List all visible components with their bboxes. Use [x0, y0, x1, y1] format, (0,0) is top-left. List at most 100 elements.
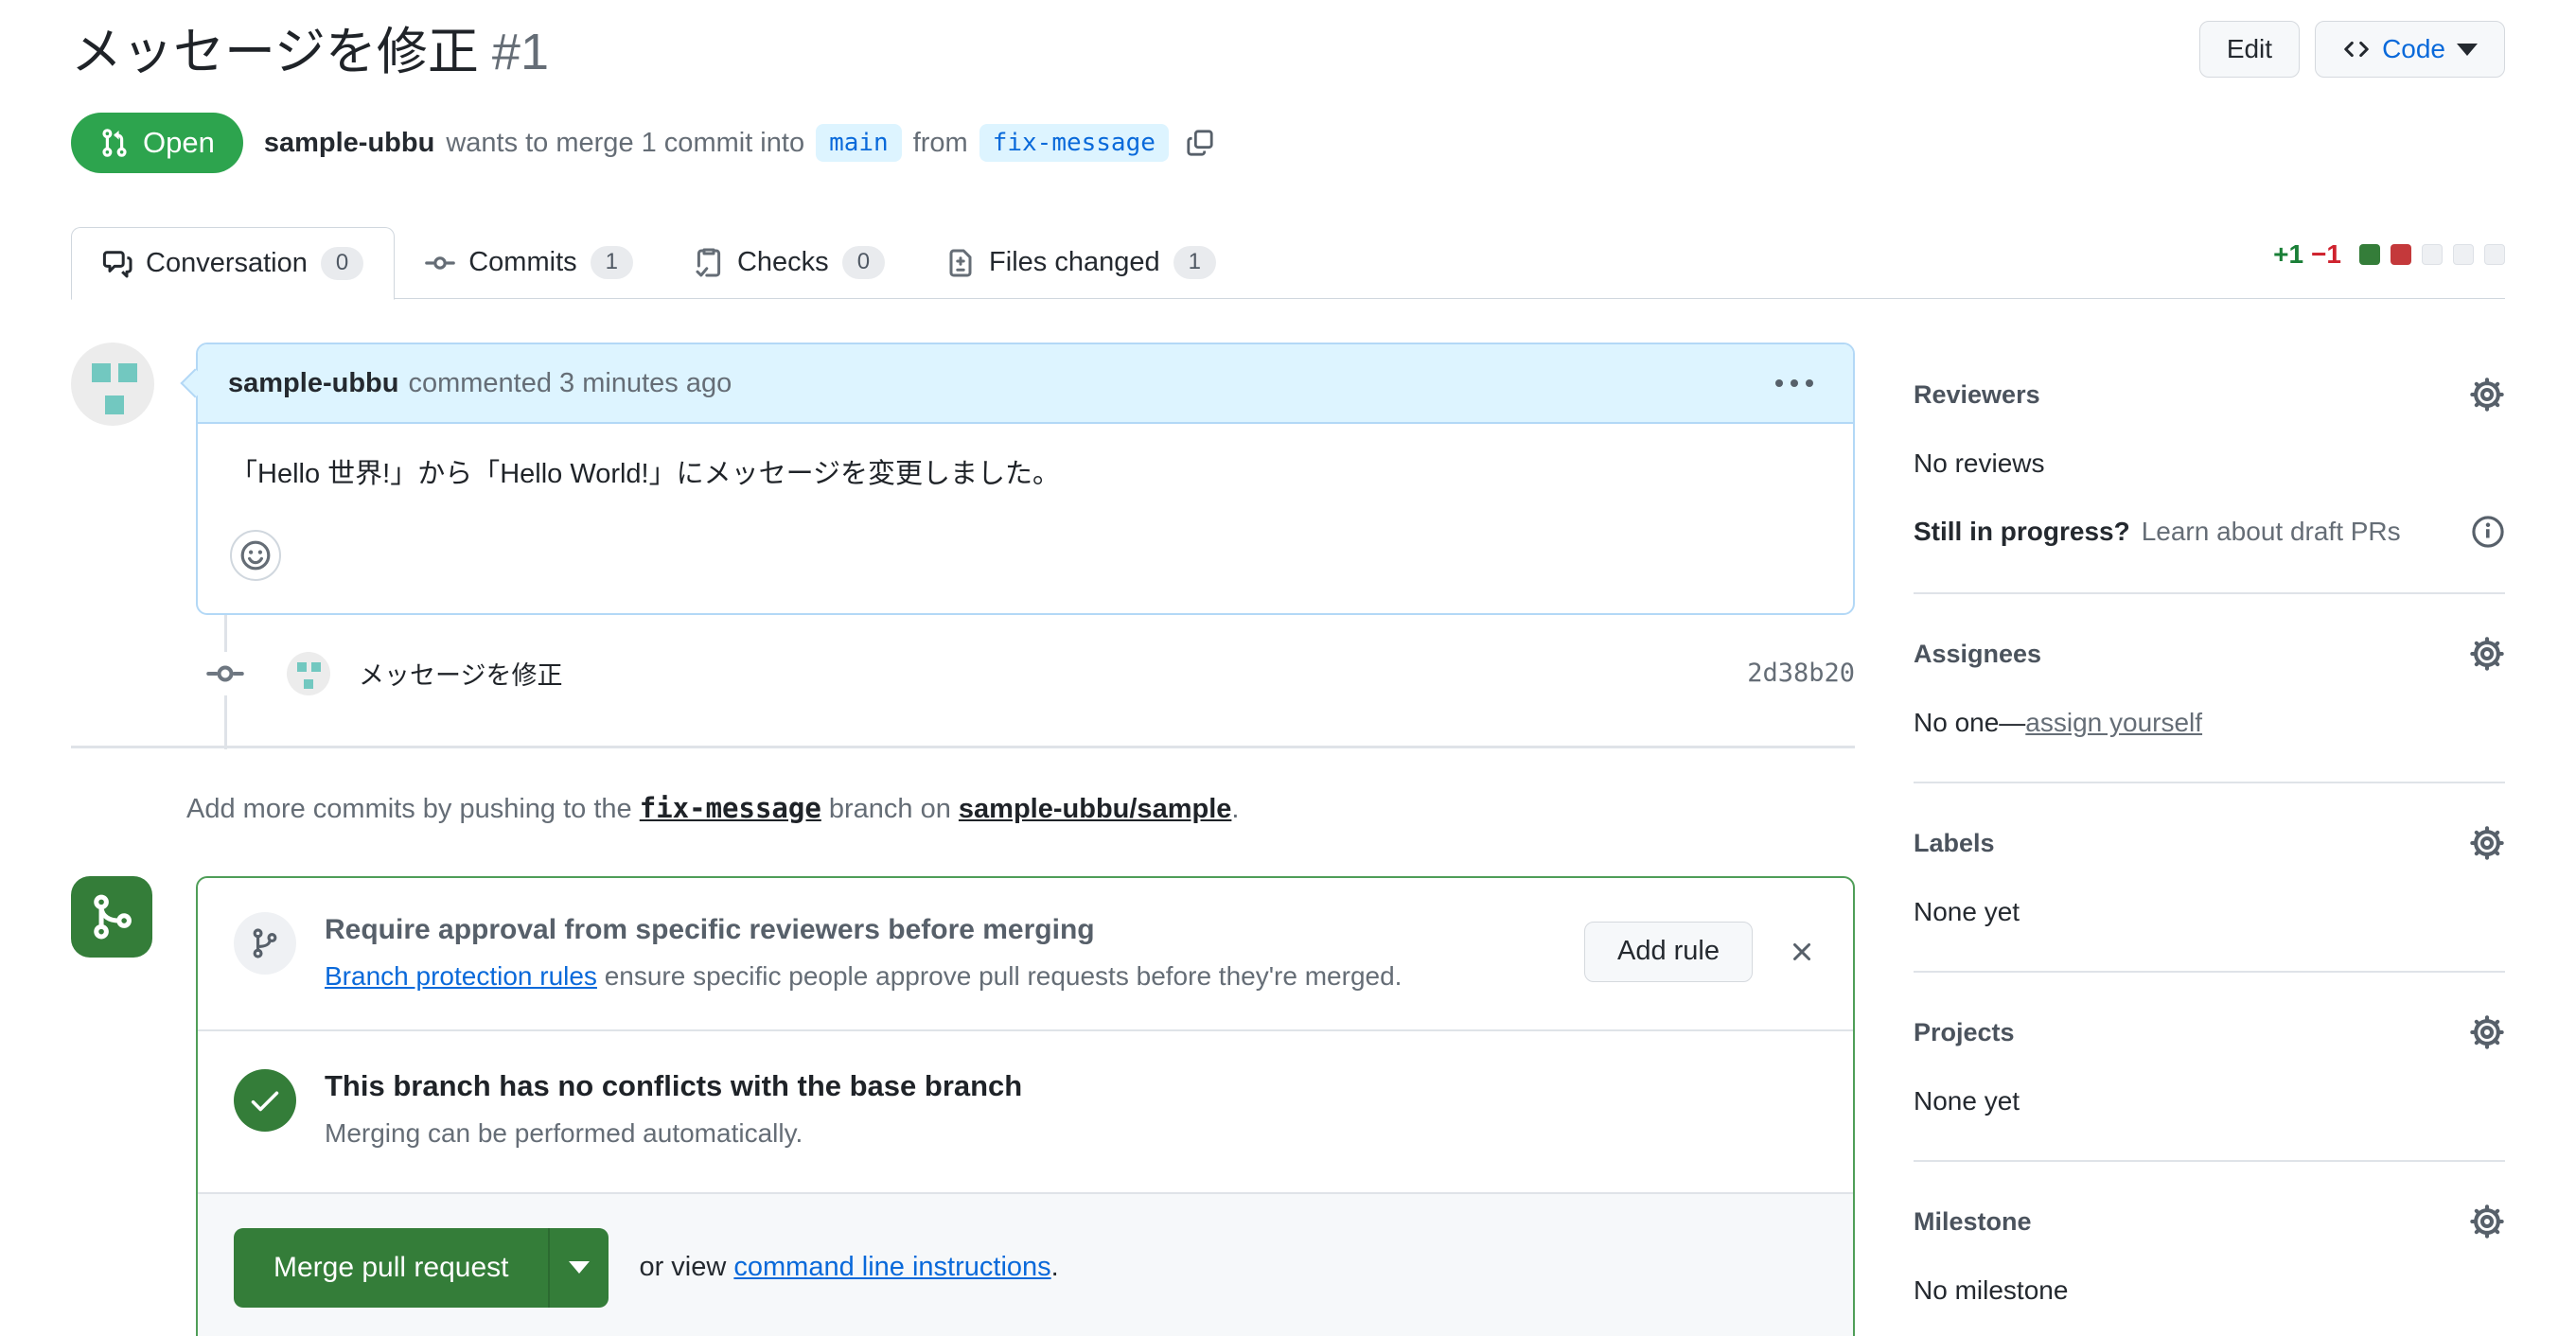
add-commits-hint: Add more commits by pushing to the fix-m… — [186, 792, 1855, 825]
sidebar-section-reviewers: Reviewers No reviews Still in progress? … — [1914, 377, 2505, 594]
tab-label: Checks — [736, 247, 829, 277]
status-badge-label: Open — [143, 126, 215, 159]
edit-button[interactable]: Edit — [2198, 21, 2301, 78]
meta-text-from: from — [912, 127, 968, 158]
period-text: . — [1050, 1252, 1059, 1282]
conversation-icon — [102, 249, 132, 279]
assignees-title[interactable]: Assignees — [1914, 640, 2041, 669]
chevron-down-icon — [569, 1261, 591, 1274]
checklist-icon — [694, 248, 724, 278]
comment-body: 「Hello 世界!」から「Hello World!」にメッセージを変更しました… — [198, 424, 1853, 613]
tab-label: Commits — [468, 247, 577, 277]
tab-counter: 0 — [841, 246, 886, 279]
commit-message-link[interactable]: メッセージを修正 — [359, 655, 562, 692]
projects-title[interactable]: Projects — [1914, 1018, 2015, 1047]
gear-icon[interactable] — [2469, 825, 2505, 861]
add-rule-button[interactable]: Add rule — [1583, 921, 1753, 982]
head-branch-label[interactable]: fix-message — [979, 124, 1169, 162]
close-icon[interactable] — [1787, 937, 1817, 967]
sidebar-section-assignees: Assignees No one— assign yourself — [1914, 636, 2505, 783]
rule-title: Require approval from specific reviewers… — [325, 913, 1095, 945]
diff-block-del — [2391, 244, 2411, 265]
copy-branch-icon[interactable] — [1186, 129, 1214, 157]
add-commits-text: Add more commits by pushing to the — [186, 793, 632, 824]
git-merge-icon — [71, 875, 152, 958]
base-branch-label[interactable]: main — [816, 124, 902, 162]
diff-block-add — [2359, 244, 2380, 265]
no-reviews-text: No reviews — [1914, 448, 2045, 478]
projects-empty-text: None yet — [1914, 1086, 2020, 1116]
gear-icon[interactable] — [2469, 1204, 2505, 1239]
edit-button-label: Edit — [2226, 34, 2273, 63]
tab-conversation[interactable]: Conversation 0 — [71, 227, 396, 300]
tab-counter: 1 — [1173, 246, 1216, 279]
pr-title-text: メッセージを修正 — [71, 24, 479, 80]
git-branch-icon — [234, 911, 296, 975]
check-icon — [234, 1068, 296, 1132]
sidebar: Reviewers No reviews Still in progress? … — [1914, 329, 2505, 1336]
add-commits-text: branch on — [828, 793, 951, 824]
learn-about-draft-prs-link[interactable]: Learn about draft PRs — [2142, 517, 2401, 547]
diff-block-empty — [2453, 244, 2474, 265]
pr-page: メッセージを修正 #1 Edit Code Open sample-ubbu wa… — [0, 0, 2576, 1336]
code-button[interactable]: Code — [2315, 21, 2505, 78]
tab-counter: 0 — [320, 247, 364, 280]
code-icon — [2344, 41, 2369, 58]
or-view-text: or view — [639, 1252, 727, 1282]
tabs: Conversation 0 Commits 1 Checks 0 Files … — [71, 226, 2505, 300]
tab-label: Conversation — [146, 248, 308, 278]
no-one-text: No one— — [1914, 708, 2026, 737]
diff-stat: +1 −1 — [2273, 239, 2505, 270]
milestone-title[interactable]: Milestone — [1914, 1207, 2032, 1237]
diff-block-empty — [2484, 244, 2505, 265]
assign-yourself-link[interactable]: assign yourself — [2025, 708, 2202, 738]
merge-button-label: Merge pull request — [273, 1251, 509, 1283]
still-in-progress-text: Still in progress? — [1914, 517, 2130, 546]
merge-box: Require approval from specific reviewers… — [196, 875, 1855, 1336]
comment-author-link[interactable]: sample-ubbu — [228, 368, 398, 399]
no-conflicts-subtitle: Merging can be performed automatically. — [325, 1117, 803, 1148]
pull-request-icon — [99, 128, 130, 158]
sidebar-section-labels: Labels None yet — [1914, 825, 2505, 973]
timeline: sample-ubbu commented 3 minutes ago 「Hel… — [71, 329, 1855, 1336]
pr-meta-description: sample-ubbu wants to merge 1 commit into… — [264, 124, 1214, 162]
gear-icon[interactable] — [2469, 377, 2505, 413]
tab-commits[interactable]: Commits 1 — [395, 226, 663, 299]
gear-icon[interactable] — [2469, 1014, 2505, 1050]
command-line-instructions-link[interactable]: command line instructions — [733, 1252, 1050, 1282]
status-badge: Open — [71, 113, 243, 173]
labels-empty-text: None yet — [1914, 897, 2020, 926]
diff-block-empty — [2422, 244, 2443, 265]
tab-label: Files changed — [989, 247, 1160, 277]
avatar[interactable] — [71, 343, 154, 426]
merge-pull-request-button[interactable]: Merge pull request — [234, 1227, 549, 1308]
repo-link[interactable]: sample-ubbu/sample — [959, 794, 1231, 824]
info-icon[interactable] — [2471, 515, 2505, 549]
comment-header: sample-ubbu commented 3 minutes ago — [198, 344, 1853, 424]
commit-sha-link[interactable]: 2d38b20 — [1747, 659, 1855, 688]
chevron-down-icon — [2457, 43, 2478, 56]
tab-checks[interactable]: Checks 0 — [663, 226, 915, 299]
gear-icon[interactable] — [2469, 636, 2505, 672]
branch-protection-rules-link[interactable]: Branch protection rules — [325, 961, 597, 991]
page-title: メッセージを修正 #1 — [71, 9, 2505, 84]
labels-title[interactable]: Labels — [1914, 829, 1995, 858]
branch-protection-section: Require approval from specific reviewers… — [198, 878, 1853, 1029]
reviewers-title[interactable]: Reviewers — [1914, 380, 2040, 410]
timeline-divider — [71, 745, 1855, 748]
smiley-icon — [239, 539, 272, 571]
author-link[interactable]: sample-ubbu — [264, 128, 434, 159]
head-branch-code-link[interactable]: fix-message — [640, 792, 821, 824]
kebab-menu-icon[interactable] — [1766, 370, 1823, 396]
draft-pr-row: Still in progress? Learn about draft PRs — [1914, 515, 2505, 549]
tab-files-changed[interactable]: Files changed 1 — [915, 226, 1246, 299]
comment-thread: sample-ubbu commented 3 minutes ago 「Hel… — [71, 343, 1855, 749]
merge-area: Require approval from specific reviewers… — [71, 875, 1855, 1336]
emoji-reaction-button[interactable] — [230, 529, 281, 581]
comment-card: sample-ubbu commented 3 minutes ago 「Hel… — [180, 343, 1855, 615]
milestone-empty-text: No milestone — [1914, 1275, 2069, 1305]
add-rule-label: Add rule — [1616, 936, 1720, 966]
merge-options-dropdown[interactable] — [548, 1227, 609, 1308]
commit-avatar[interactable] — [287, 651, 330, 695]
file-diff-icon — [945, 248, 976, 278]
